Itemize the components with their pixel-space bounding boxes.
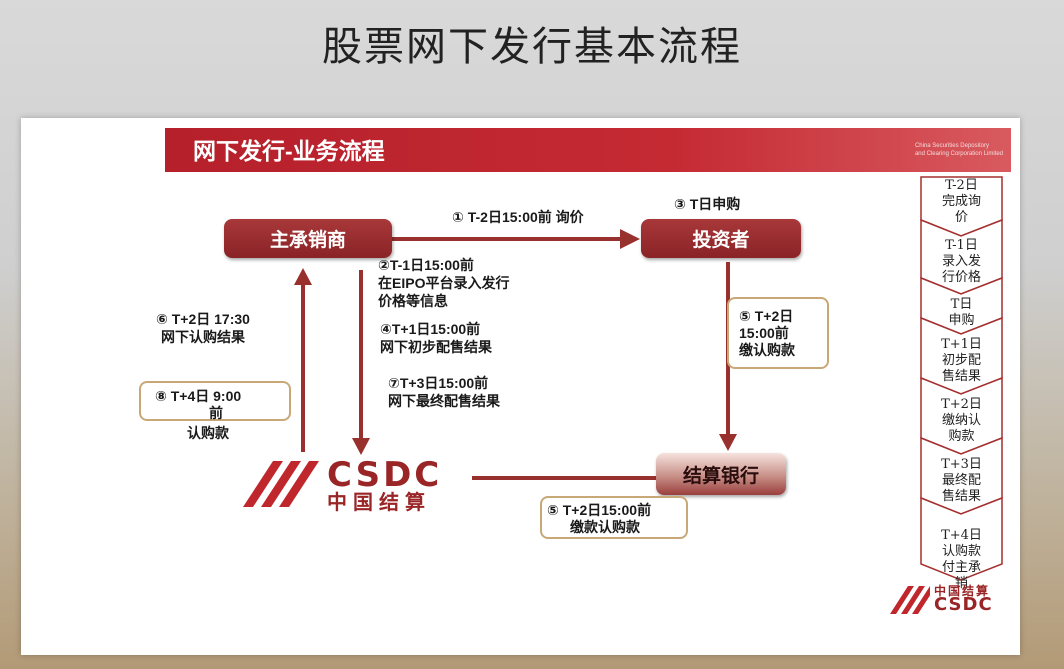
timeline-step-4-l2: 初步配	[941, 353, 981, 368]
timeline-step-5: T+2日 缴纳认 购款	[920, 395, 1003, 451]
box-step8: ⑧ T+4日 9:00 前	[139, 381, 291, 421]
timeline-step-4-day: T+1日	[941, 337, 982, 352]
timeline-step-2-l3: 行价格	[941, 270, 981, 285]
timeline-step-4-l3: 售结果	[941, 369, 981, 384]
label-step1: ① T-2日15:00前 询价	[452, 209, 584, 225]
box-step5a-line3: 缴认购款	[739, 342, 795, 358]
label-step6-line1: ⑥ T+2日 17:30	[156, 311, 250, 327]
timeline-step-2-l2: 录入发	[941, 254, 981, 269]
label-step6-line2: 网下认购结果	[160, 329, 245, 345]
timeline-step-5-day: T+2日	[941, 397, 982, 412]
csdc-stripes-small-icon	[890, 586, 930, 614]
label-step4-line2: 网下初步配售结果	[380, 339, 492, 355]
label-step2-line2: 在EIPO平台录入发行	[378, 275, 510, 291]
box-step8-line3: 认购款	[187, 425, 229, 441]
node-investor: 投资者	[641, 219, 801, 258]
label-step2-line1: ②T-1日15:00前	[378, 257, 474, 273]
box-step8-line1: ⑧ T+4日 9:00	[155, 388, 242, 404]
label-step7-line1: ⑦T+3日15:00前	[388, 375, 489, 391]
timeline-step-3-day: T日	[950, 297, 973, 312]
box-step5a-line1: ⑤ T+2日	[739, 308, 794, 324]
label-step6: ⑥ T+2日 17:30 网下认购结果	[156, 310, 250, 346]
csdc-logo: CSDC 中国结算	[243, 455, 473, 514]
csdc-logo-cn: 中国结算	[327, 490, 431, 514]
timeline-step-2-day: T-1日	[945, 238, 978, 253]
node-underwriter: 主承销商	[224, 219, 392, 258]
label-step7-line2: 网下最终配售结果	[388, 393, 500, 409]
timeline-step-6-l3: 售结果	[941, 489, 981, 504]
timeline-step-4: T+1日 初步配 售结果	[920, 335, 1003, 391]
timeline-step-1: T-2日 完成询 价	[920, 176, 1003, 234]
timeline-step-7-day: T+4日	[941, 528, 982, 543]
label-step3: ③ T日申购	[674, 196, 741, 212]
label-step2-line3: 价格等信息	[378, 293, 448, 309]
csdc-stripes-icon	[243, 461, 319, 507]
box-step5-bank: ⑤ T+2日15:00前 缴款认购款	[540, 496, 688, 539]
csdc-small-en: CSDC	[934, 594, 993, 615]
arrowhead-underwriter	[294, 268, 312, 285]
node-settlement-bank: 结算银行	[656, 453, 786, 495]
box-step5-investor: ⑤ T+2日 15:00前 缴认购款	[727, 297, 829, 369]
box-step5b-line2: 缴款认购款	[570, 519, 640, 535]
label-step4: ④T+1日15:00前 网下初步配售结果	[380, 320, 492, 356]
label-step7: ⑦T+3日15:00前 网下最终配售结果	[388, 374, 500, 410]
timeline-step-6: T+3日 最终配 售结果	[920, 455, 1003, 511]
box-step5a-line2: 15:00前	[739, 325, 789, 341]
timeline-step-1-l3: 价	[954, 210, 968, 225]
arrowhead-investor	[620, 229, 640, 249]
timeline-step-5-l3: 购款	[948, 429, 975, 444]
timeline-step-5-l2: 缴纳认	[941, 413, 981, 428]
timeline-step-6-l2: 最终配	[941, 473, 981, 488]
csdc-logo-small: 中国结算 CSDC	[890, 582, 1010, 616]
timeline-step-6-day: T+3日	[941, 457, 982, 472]
label-step4-line1: ④T+1日15:00前	[380, 321, 481, 337]
arrowhead-csdc	[352, 438, 370, 455]
arrowhead-bank	[719, 434, 737, 451]
timeline-step-7-l3: 付主承	[941, 560, 981, 575]
timeline-step-7-l2: 认购款	[941, 544, 981, 559]
box-step5b-line1: ⑤ T+2日15:00前	[547, 502, 652, 518]
timeline-step-1-day: T-2日	[945, 178, 978, 193]
label-step2: ②T-1日15:00前 在EIPO平台录入发行 价格等信息	[378, 256, 509, 310]
timeline-step-3-l2: 申购	[948, 313, 975, 328]
box-step8-line2: 前	[209, 405, 223, 421]
timeline-step-3: T日 申购	[920, 295, 1003, 333]
timeline-step-1-l2: 完成询	[941, 194, 981, 209]
timeline-step-2: T-1日 录入发 行价格	[920, 236, 1003, 292]
